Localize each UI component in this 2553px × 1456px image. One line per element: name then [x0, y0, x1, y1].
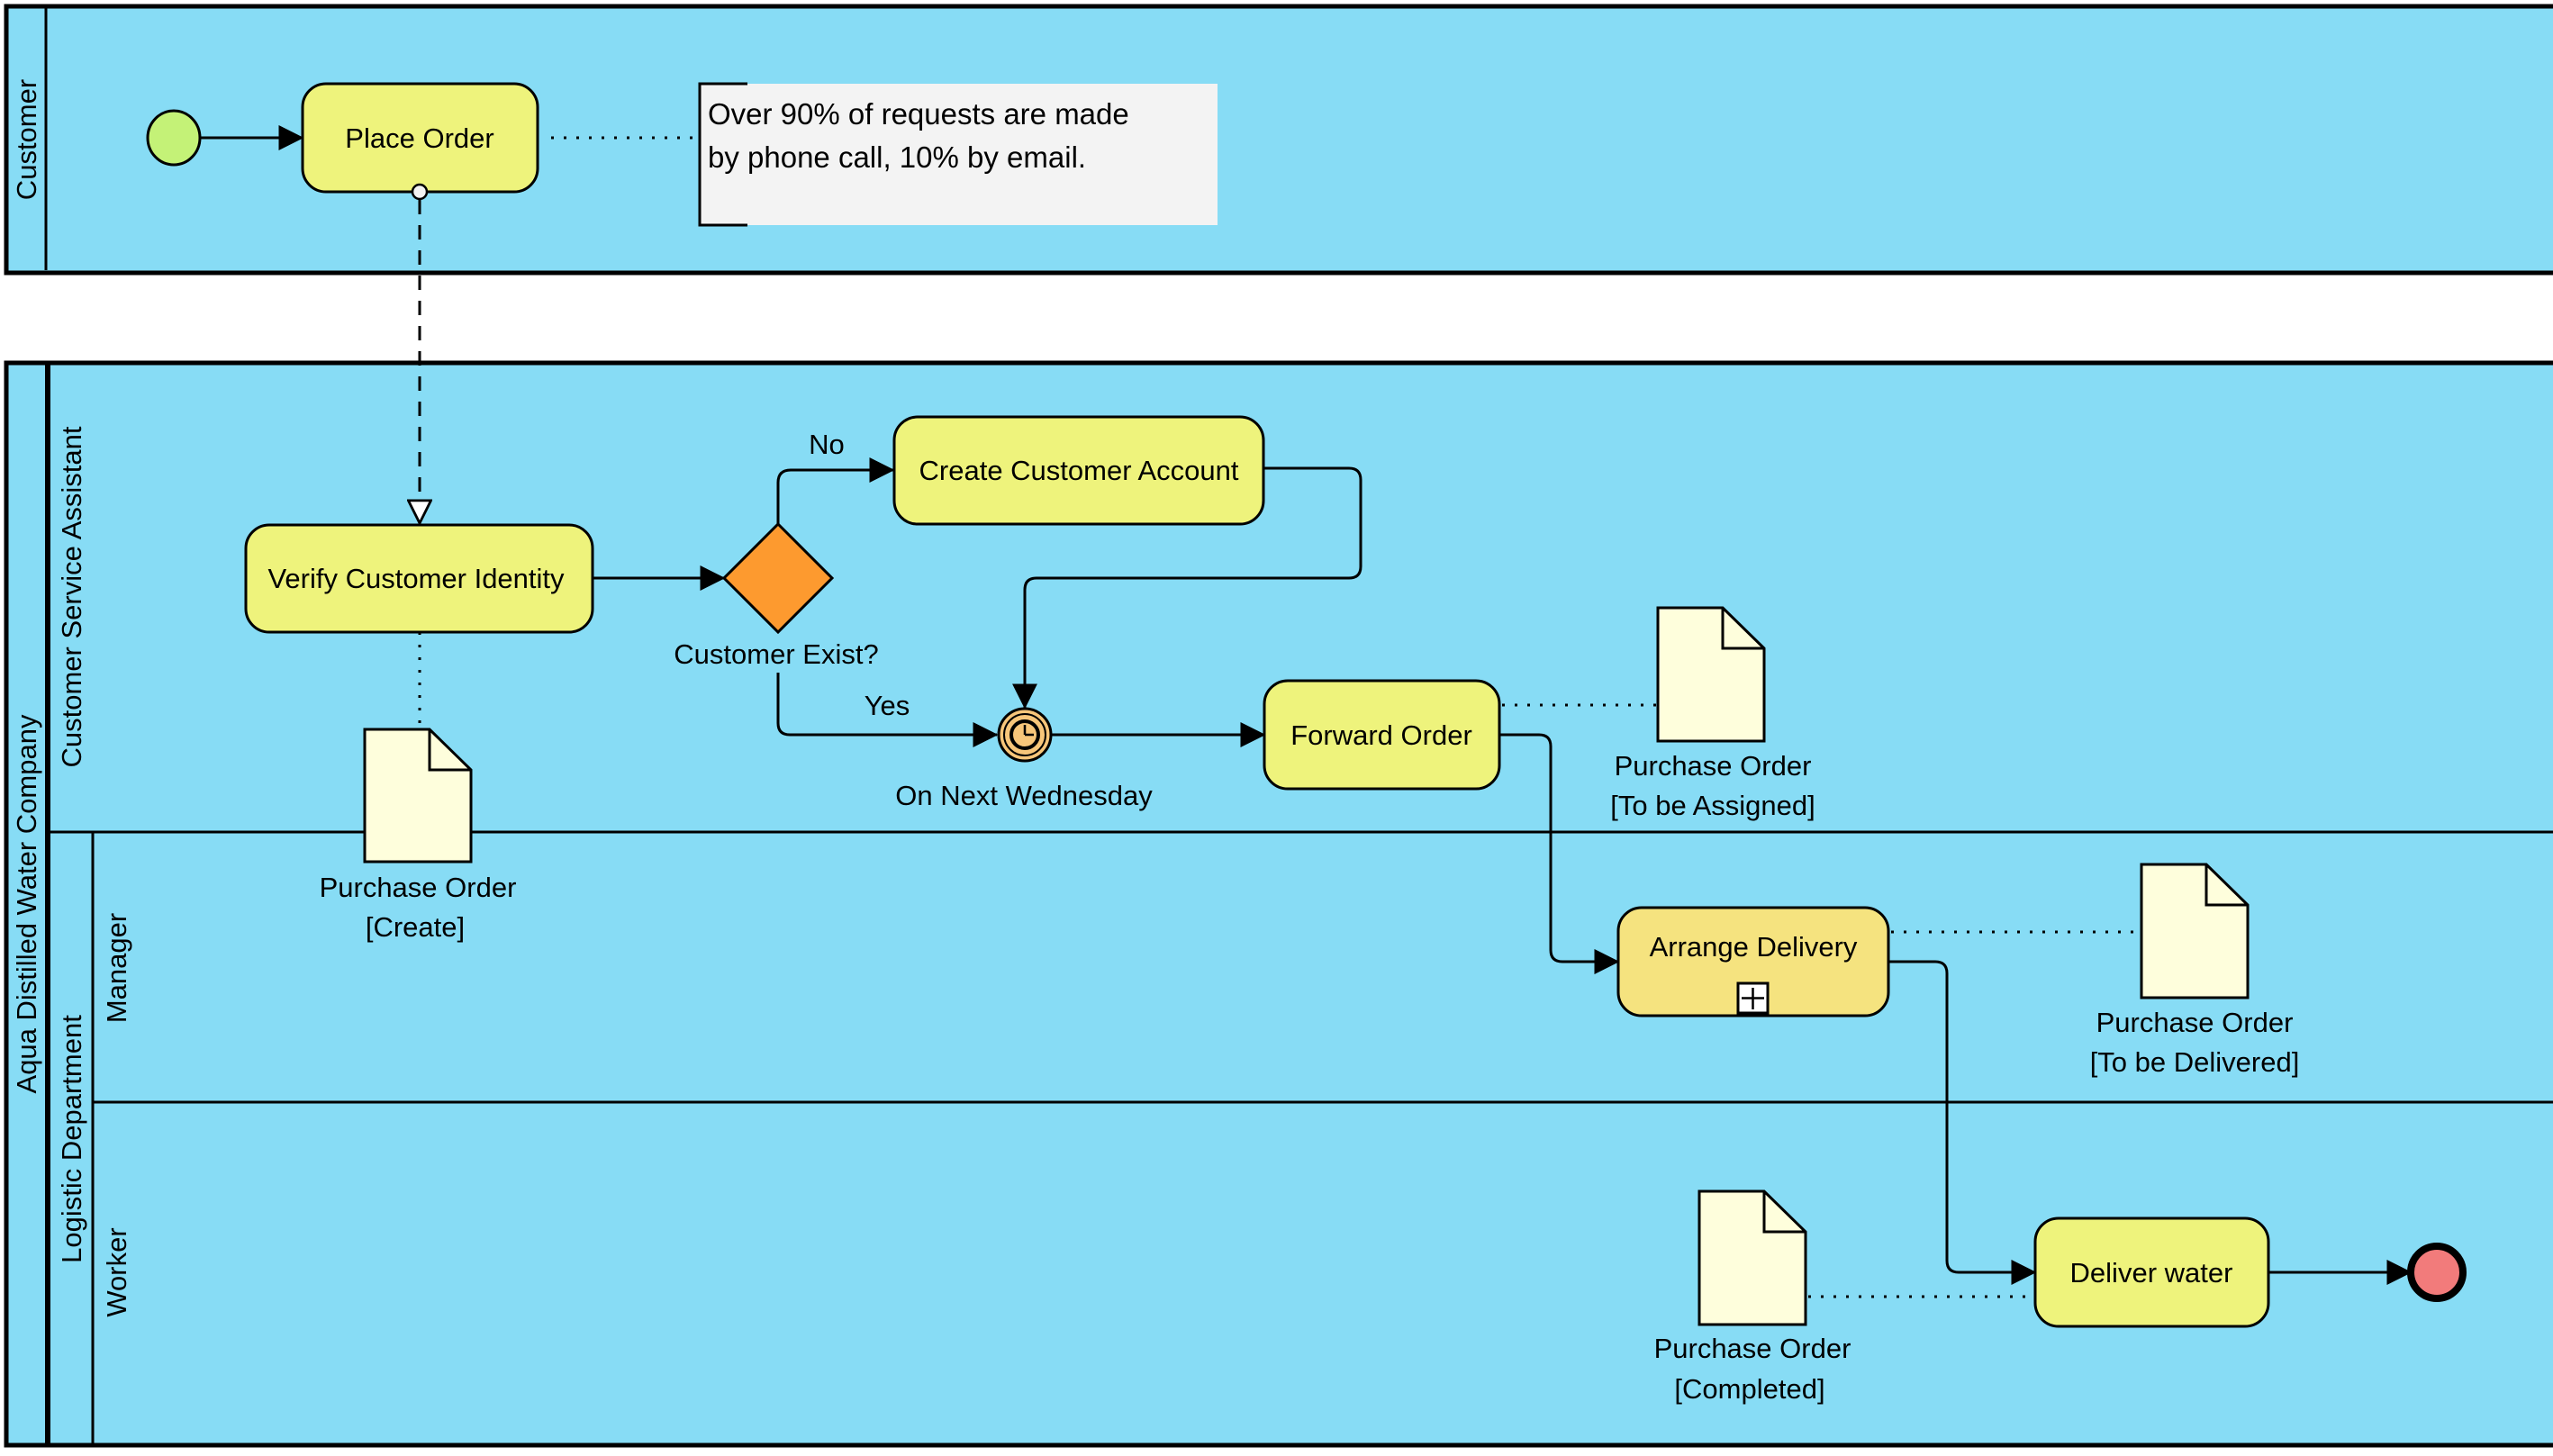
data-object-name: Purchase Order [320, 872, 517, 903]
task-label: Create Customer Account [919, 455, 1239, 486]
subprocess-arrange-delivery[interactable]: Arrange Delivery [1616, 906, 1890, 1017]
flow-label-no: No [809, 429, 845, 460]
annotation-line-1: Over 90% of requests are made [708, 97, 1129, 131]
gateway-label: Customer Exist? [674, 638, 878, 670]
data-object-state: [To be Assigned] [1610, 790, 1815, 821]
data-object-state: [Create] [366, 911, 465, 943]
task-label: Forward Order [1290, 719, 1472, 751]
pool-customer-label: Customer [11, 79, 42, 200]
timer-event-label: On Next Wednesday [895, 780, 1153, 811]
task-label: Place Order [345, 122, 493, 154]
lane-customer-service-assistant[interactable]: Customer Service Assistant [56, 426, 87, 767]
message-flow-source-icon [411, 183, 429, 201]
data-object-state: [To be Delivered] [2090, 1046, 2300, 1078]
start-event[interactable] [146, 109, 202, 167]
data-object-name: Purchase Order [2096, 1007, 2294, 1038]
data-object-name: Purchase Order [1615, 750, 1812, 782]
task-forward-order[interactable]: Forward Order [1263, 679, 1501, 791]
task-label: Verify Customer Identity [267, 563, 565, 594]
task-place-order[interactable]: Place Order [301, 82, 539, 201]
flow-label-yes: Yes [865, 690, 910, 721]
task-label: Deliver water [2070, 1257, 2233, 1289]
lane-csa-label: Customer Service Assistant [56, 426, 87, 767]
data-object-state: [Completed] [1674, 1373, 1824, 1405]
lane-manager-label: Manager [101, 913, 132, 1023]
data-object-name: Purchase Order [1654, 1333, 1851, 1364]
expand-plus-icon[interactable] [1736, 981, 1770, 1015]
text-annotation[interactable]: Over 90% of requests are made by phone c… [698, 82, 1218, 227]
timer-event[interactable] [997, 707, 1053, 763]
task-label: Arrange Delivery [1650, 931, 1858, 963]
end-event[interactable] [2407, 1243, 2467, 1302]
lane-logistic-label: Logistic Department [56, 1015, 87, 1263]
task-verify-customer-identity[interactable]: Verify Customer Identity [244, 523, 594, 634]
task-deliver-water[interactable]: Deliver water [2033, 1216, 2270, 1328]
annotation-line-2: by phone call, 10% by email. [708, 140, 1086, 174]
task-create-customer-account[interactable]: Create Customer Account [892, 415, 1265, 526]
pool-company-label: Aqua Distilled Water Company [11, 714, 42, 1093]
lane-worker-label: Worker [101, 1227, 132, 1316]
bpmn-diagram: Customer Aqua Distilled Water Company Cu… [4, 4, 2553, 1448]
